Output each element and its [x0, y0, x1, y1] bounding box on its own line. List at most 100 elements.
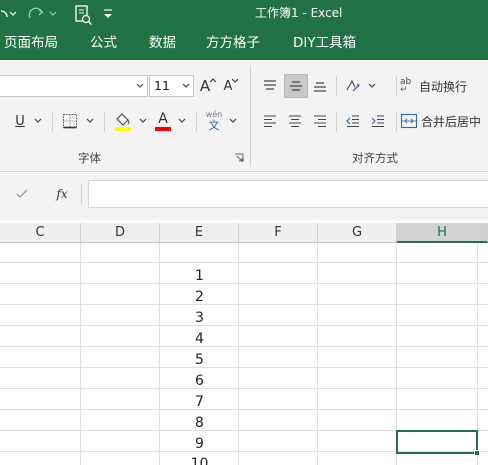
cell-e[interactable]: 3 [160, 308, 239, 329]
orientation-dropdown[interactable] [365, 74, 379, 98]
merge-center-button[interactable]: 合并后居中 [400, 110, 488, 132]
column-header-e[interactable]: E [160, 223, 239, 243]
increase-indent-button[interactable] [367, 110, 389, 132]
fill-color-dropdown[interactable] [136, 110, 150, 132]
decrease-indent-icon [346, 115, 359, 128]
ribbon-tab-bar: 页面布局 公式 数据 方方格子 DIY工具箱 [0, 28, 488, 60]
chevron-down-icon [139, 118, 147, 123]
align-middle-icon [290, 81, 302, 91]
cell-e[interactable]: 7 [160, 392, 239, 413]
underline-button[interactable]: U [10, 110, 30, 132]
gridline [0, 409, 488, 410]
align-center-icon [289, 115, 301, 128]
font-color-button[interactable]: A [152, 108, 174, 134]
borders-dropdown[interactable] [83, 110, 97, 132]
gridline [317, 243, 318, 465]
tab-page-layout[interactable]: 页面布局 [4, 28, 58, 60]
align-right-button[interactable] [309, 110, 331, 132]
tab-data[interactable]: 数据 [149, 28, 176, 60]
customize-qat-button[interactable] [98, 0, 118, 28]
worksheet-grid[interactable]: 1 2 3 4 5 6 7 8 9 10 [0, 243, 488, 465]
orientation-button[interactable] [342, 74, 364, 98]
fx-label: fx [56, 187, 68, 201]
column-header-h[interactable]: H [397, 223, 488, 243]
tab-formulas[interactable]: 公式 [90, 28, 117, 60]
borders-button[interactable] [58, 110, 82, 132]
tab-diy-toolbox[interactable]: DIY工具箱 [293, 28, 356, 60]
cell-e[interactable]: 6 [160, 371, 239, 392]
chevron-down-icon [34, 118, 42, 123]
column-header-f[interactable]: F [239, 223, 318, 243]
column-header-c[interactable]: C [0, 223, 81, 243]
undo-dropdown[interactable] [0, 0, 24, 28]
cell-e[interactable]: 1 [160, 266, 239, 287]
phonetic-pinyin: wén [205, 110, 223, 119]
column-header-g[interactable]: G [318, 223, 397, 243]
middle-align-button[interactable] [284, 74, 308, 98]
cell-e[interactable]: 8 [160, 413, 239, 434]
chevron-down-icon [136, 83, 144, 88]
active-cell[interactable] [396, 430, 478, 454]
chevron-down-icon [178, 118, 186, 123]
separator [336, 112, 337, 132]
grow-font-label: A [199, 77, 211, 95]
insert-function-button[interactable]: fx [50, 184, 74, 204]
gridline [0, 325, 488, 326]
wrap-text-button[interactable]: ab ↵ 自动换行 [400, 74, 488, 98]
chevron-down-icon [86, 118, 94, 123]
separator [396, 76, 397, 96]
align-bottom-icon [314, 82, 326, 92]
decrease-font-size-button[interactable]: A [220, 74, 242, 98]
increase-font-size-button[interactable]: A [197, 74, 219, 98]
text-orientation-icon [346, 79, 360, 92]
cell-e[interactable]: 9 [160, 434, 239, 455]
gridline [0, 346, 488, 347]
align-center-button[interactable] [284, 110, 306, 132]
formula-input[interactable] [88, 180, 488, 208]
cell-e[interactable]: 5 [160, 350, 239, 371]
separator [196, 112, 197, 132]
decrease-indent-button[interactable] [342, 110, 364, 132]
formula-bar-separator [81, 184, 82, 204]
font-dialog-launcher[interactable] [233, 152, 245, 164]
font-name-combo[interactable] [0, 75, 148, 97]
paint-bucket-icon [115, 113, 131, 131]
underline-dropdown[interactable] [31, 110, 45, 132]
caret-up-icon [210, 78, 217, 83]
align-right-icon [314, 115, 326, 128]
separator [104, 112, 105, 132]
fill-color-button[interactable] [111, 108, 135, 134]
top-align-button[interactable] [259, 74, 281, 98]
enter-button[interactable] [12, 184, 32, 204]
merge-center-label: 合并后居中 [421, 114, 482, 129]
window-title: 工作簿1 - Excel [255, 6, 343, 20]
cell-e[interactable]: 10 [160, 454, 239, 465]
phonetic-guide-button[interactable]: wén 文 [203, 108, 225, 134]
separator [336, 76, 337, 96]
group-separator [250, 66, 251, 166]
font-size-combo[interactable]: 11 [149, 75, 194, 97]
cell-e[interactable]: 2 [160, 287, 239, 308]
bottom-align-button[interactable] [309, 74, 331, 98]
cell-e[interactable]: 4 [160, 329, 239, 350]
customize-menu-icon [104, 9, 112, 18]
chevron-down-icon [1, 10, 17, 18]
quick-access-toolbar [0, 0, 118, 28]
chevron-down-icon [368, 83, 376, 88]
fill-handle[interactable] [474, 450, 480, 456]
phonetic-dropdown[interactable] [226, 110, 240, 132]
print-preview-button[interactable] [68, 0, 98, 28]
tab-fangfang[interactable]: 方方格子 [206, 28, 260, 60]
redo-button[interactable] [24, 0, 68, 28]
font-group-label: 字体 [78, 151, 101, 165]
align-left-button[interactable] [259, 110, 281, 132]
gridline [0, 262, 488, 263]
column-header-d[interactable]: D [81, 223, 160, 243]
print-preview-icon [75, 5, 92, 25]
chevron-down-icon [229, 118, 237, 123]
shrink-font-label: A [223, 78, 233, 94]
chevron-down-icon [182, 83, 190, 88]
wrap-text-icon: ab ↵ [400, 78, 416, 95]
redo-icon [28, 7, 57, 19]
font-color-dropdown[interactable] [175, 110, 189, 132]
